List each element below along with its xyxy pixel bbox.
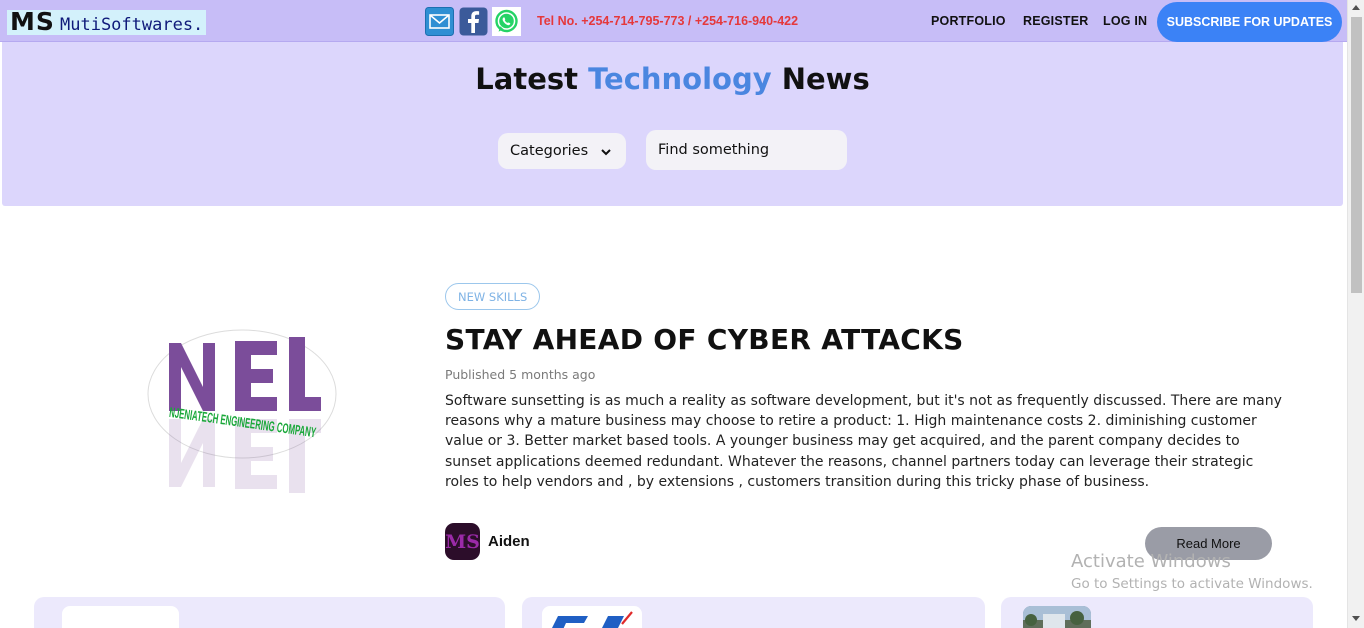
logo-initials: MS <box>10 7 55 36</box>
search-input[interactable] <box>646 130 847 170</box>
phone-numbers: Tel No. +254-714-795-773 / +254-716-940-… <box>537 14 799 28</box>
card-image <box>1023 606 1091 628</box>
subscribe-button[interactable]: SUBSCRIBE FOR UPDATES <box>1157 2 1342 42</box>
article-card[interactable] <box>1001 597 1313 628</box>
scroll-up-icon[interactable] <box>1352 5 1360 10</box>
whatsapp-icon[interactable] <box>492 7 521 36</box>
hero-banner: Latest Technology News Categories <box>2 42 1343 206</box>
title-end: News <box>771 62 870 96</box>
scroll-down-icon[interactable] <box>1352 616 1360 621</box>
nav-register[interactable]: REGISTER <box>1023 14 1089 28</box>
published-date: Published 5 months ago <box>445 367 596 382</box>
title-accent: Technology <box>588 62 772 96</box>
activation-watermark-title: Activate Windows <box>1071 551 1231 572</box>
activation-watermark-subtitle: Go to Settings to activate Windows. <box>1071 576 1313 592</box>
chevron-down-icon <box>600 145 612 161</box>
categories-dropdown[interactable]: Categories <box>498 133 626 169</box>
article-excerpt: Software sunsetting is as much a reality… <box>445 393 1282 490</box>
scrollbar-thumb[interactable] <box>1351 17 1362 293</box>
card-image <box>62 606 179 628</box>
article-title[interactable]: STAY AHEAD OF CYBER ATTACKS <box>445 323 964 356</box>
categories-label: Categories <box>510 143 589 159</box>
avatar[interactable]: MS <box>445 523 480 560</box>
article-card[interactable] <box>34 597 505 628</box>
author-name[interactable]: Aiden <box>488 533 530 550</box>
site-logo[interactable]: MS MutiSoftwares. <box>7 7 206 36</box>
avatar-initials: MS <box>445 530 480 553</box>
logo-name: MutiSoftwares. <box>60 15 204 35</box>
category-tag[interactable]: NEW SKILLS <box>445 283 541 310</box>
email-icon[interactable] <box>425 7 454 36</box>
page-title: Latest Technology News <box>2 62 1343 96</box>
article-card[interactable] <box>522 597 985 628</box>
page: MS MutiSoftwares. Tel No. +254-714-795-7… <box>0 0 1364 628</box>
title-start: Latest <box>475 62 589 96</box>
nav-login[interactable]: LOG IN <box>1103 14 1147 28</box>
article-image[interactable]: NJENIATECH ENGINEERING COMPANY <box>145 327 340 507</box>
facebook-icon[interactable] <box>459 7 488 36</box>
nav-portfolio[interactable]: PORTFOLIO <box>931 14 1006 28</box>
card-image <box>542 606 642 628</box>
top-header: MS MutiSoftwares. Tel No. +254-714-795-7… <box>0 0 1347 42</box>
page-scrollbar[interactable] <box>1347 0 1364 628</box>
